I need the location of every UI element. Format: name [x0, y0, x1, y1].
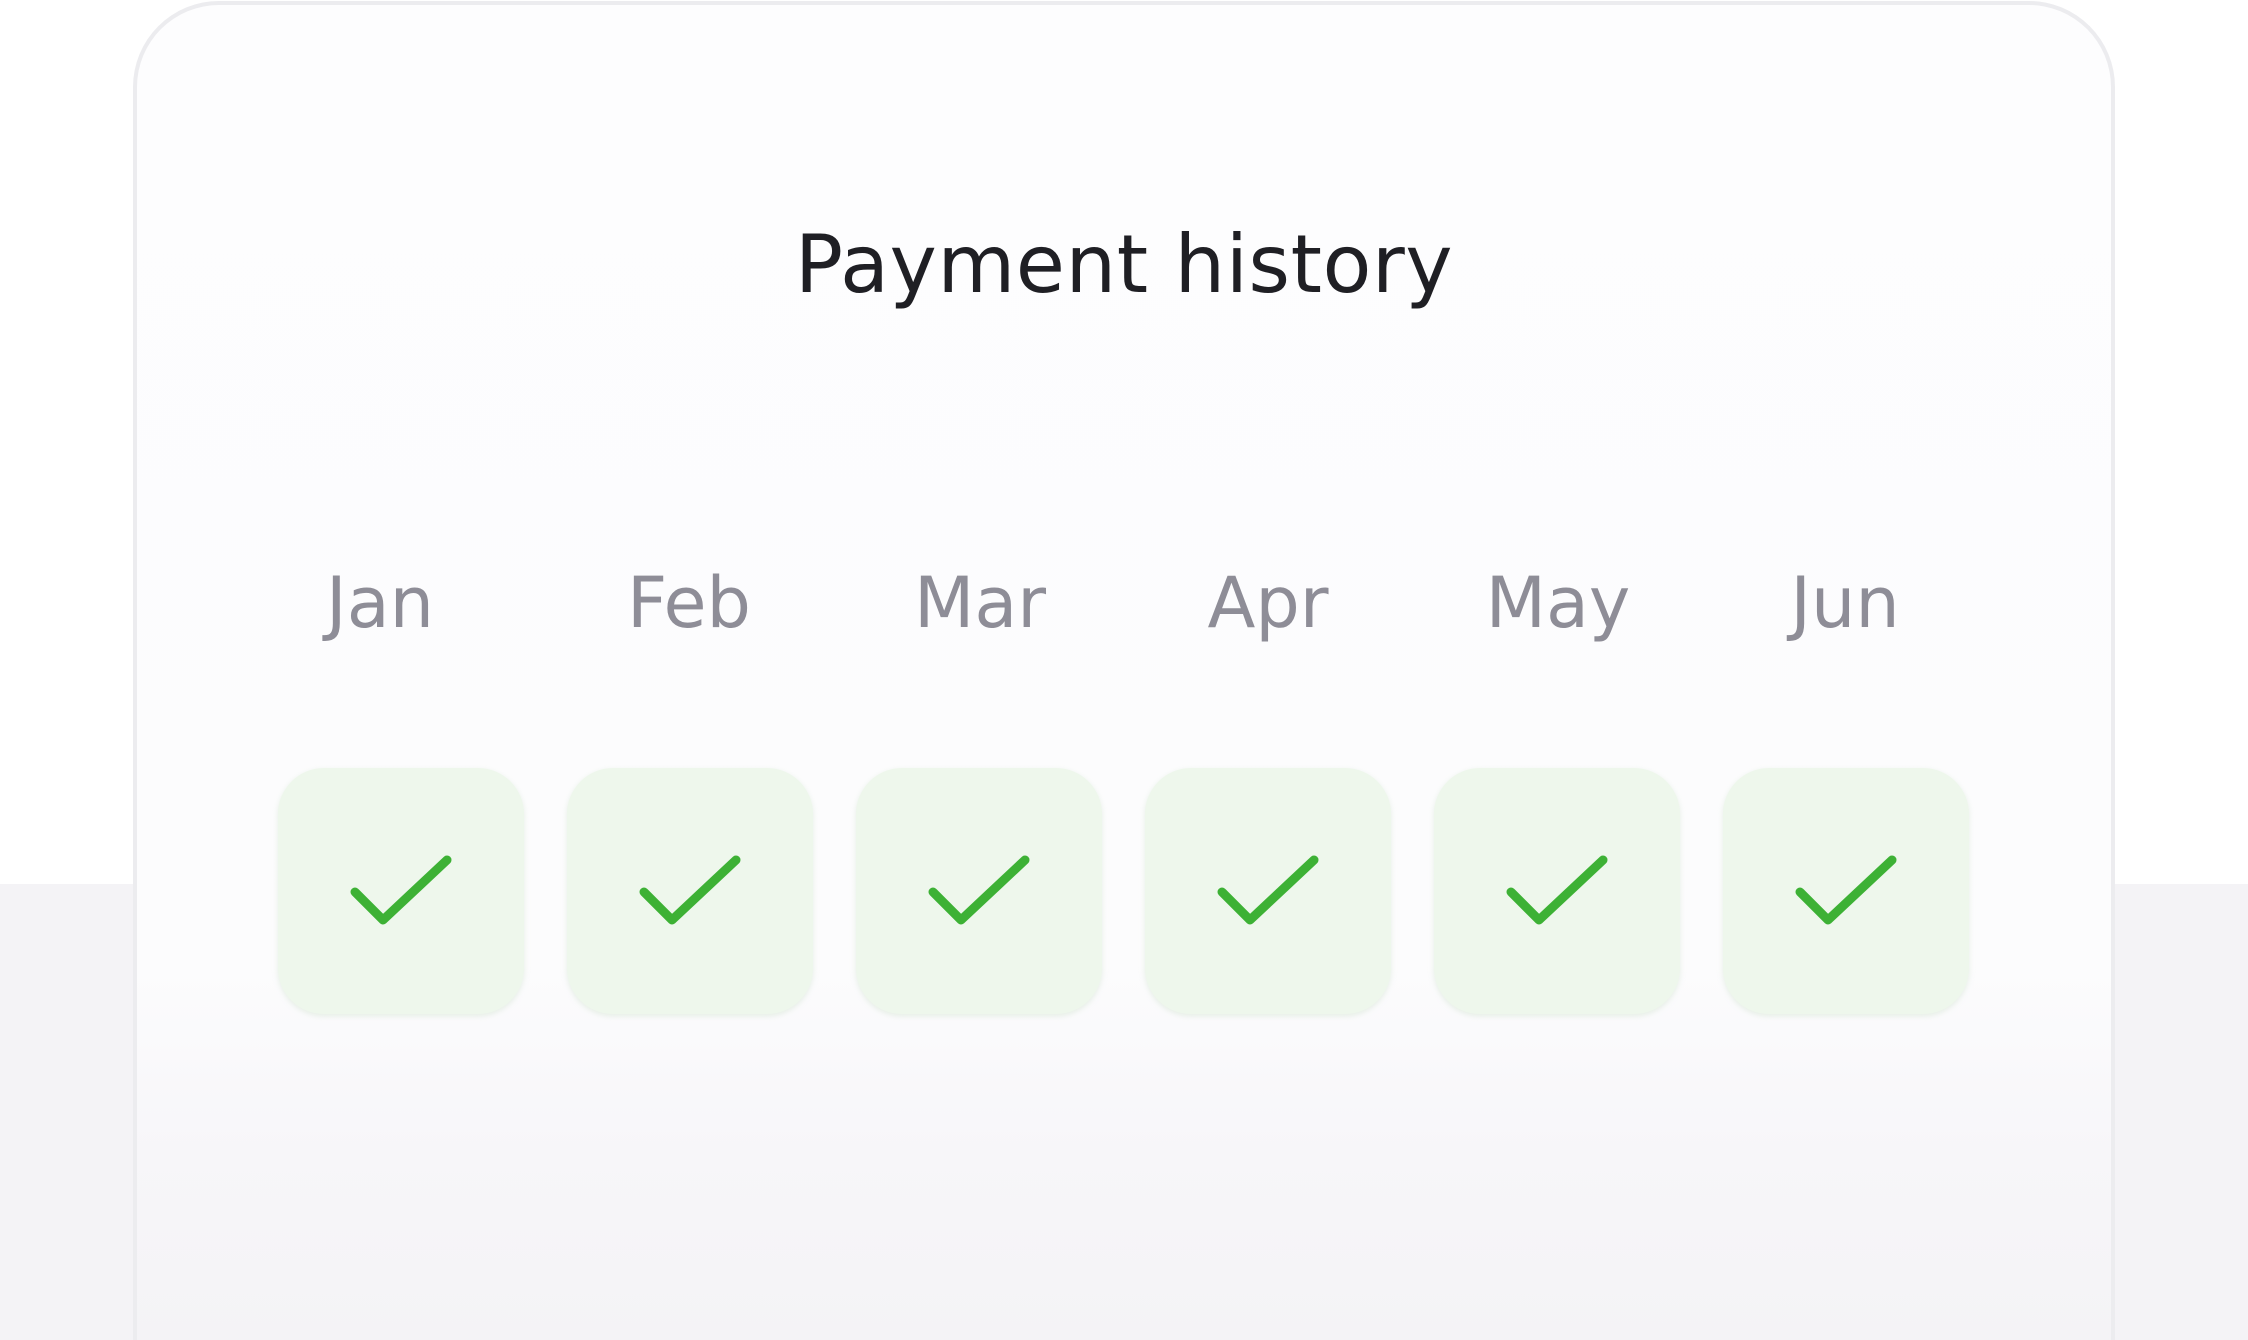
month-label-may: May [1485, 562, 1631, 644]
month-label-jan: Jan [326, 562, 434, 644]
payment-history-card [133, 1, 2115, 1340]
checkmark-icon [1217, 855, 1319, 925]
month-label-feb: Feb [627, 562, 751, 644]
card-title: Payment history [794, 218, 1454, 311]
payment-status-tile-jun[interactable] [1723, 768, 1969, 1014]
checkmark-icon [1795, 855, 1897, 925]
payment-status-tile-mar[interactable] [856, 768, 1102, 1014]
page: Payment history Jan Feb Mar Apr May Jun [0, 0, 2248, 1340]
checkmark-icon [1506, 855, 1608, 925]
payment-status-tile-feb[interactable] [567, 768, 813, 1014]
month-label-apr: Apr [1207, 562, 1329, 644]
checkmark-icon [639, 855, 741, 925]
payment-status-tile-may[interactable] [1434, 768, 1680, 1014]
checkmark-icon [928, 855, 1030, 925]
payment-status-tile-apr[interactable] [1145, 768, 1391, 1014]
month-label-jun: Jun [1790, 562, 1900, 644]
month-label-mar: Mar [913, 562, 1047, 644]
payment-status-tile-jan[interactable] [278, 768, 524, 1014]
checkmark-icon [350, 855, 452, 925]
